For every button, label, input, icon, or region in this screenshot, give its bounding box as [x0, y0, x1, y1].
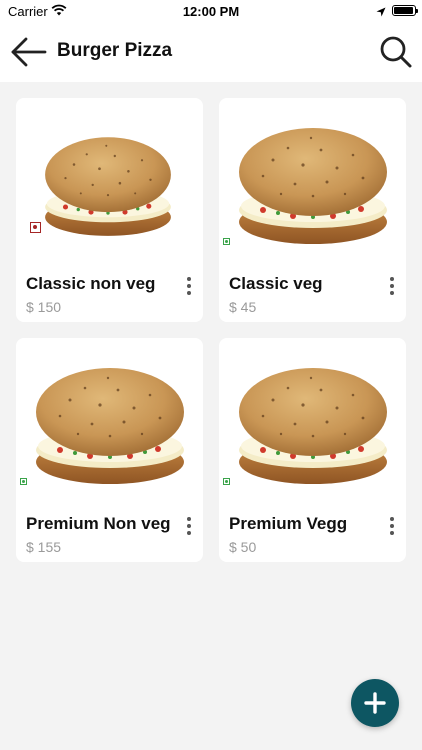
burger-pizza-image [30, 110, 190, 255]
plus-icon [364, 692, 386, 714]
veg-indicator-icon [20, 478, 27, 485]
product-grid: Classic non veg $ 150 Classic veg $ 45 P… [0, 82, 422, 750]
non-veg-indicator-icon [30, 222, 41, 233]
product-name: Premium Vegg [229, 514, 348, 533]
burger-pizza-image [233, 110, 393, 255]
product-card[interactable]: Premium Vegg $ 50 [219, 338, 406, 562]
product-price: $ 45 [229, 299, 257, 315]
more-options-button[interactable] [385, 515, 399, 537]
product-name: Premium Non veg [26, 514, 171, 533]
more-options-button[interactable] [385, 275, 399, 297]
veg-indicator-icon [223, 238, 230, 245]
search-icon [380, 36, 412, 68]
product-card[interactable]: Premium Non veg $ 155 [16, 338, 203, 562]
burger-pizza-image [30, 350, 190, 495]
search-button[interactable] [378, 34, 414, 70]
status-bar: Carrier 12:00 PM [0, 0, 422, 22]
product-card[interactable]: Classic veg $ 45 [219, 98, 406, 322]
status-time: 12:00 PM [182, 4, 240, 19]
burger-pizza-image [233, 350, 393, 495]
product-price: $ 50 [229, 539, 257, 555]
battery-icon [392, 5, 418, 16]
product-name: Classic veg [229, 274, 323, 293]
veg-indicator-icon [223, 478, 230, 485]
add-product-button[interactable] [351, 679, 399, 727]
more-options-button[interactable] [182, 275, 196, 297]
back-button[interactable] [8, 35, 48, 69]
arrow-left-icon [11, 37, 47, 67]
product-card[interactable]: Classic non veg $ 150 [16, 98, 203, 322]
app-header: Burger Pizza [0, 22, 422, 82]
more-options-button[interactable] [182, 515, 196, 537]
location-arrow-icon [376, 5, 386, 20]
product-price: $ 155 [26, 539, 62, 555]
product-name: Classic non veg [26, 274, 156, 293]
page-title: Burger Pizza [57, 40, 173, 61]
product-price: $ 150 [26, 299, 62, 315]
